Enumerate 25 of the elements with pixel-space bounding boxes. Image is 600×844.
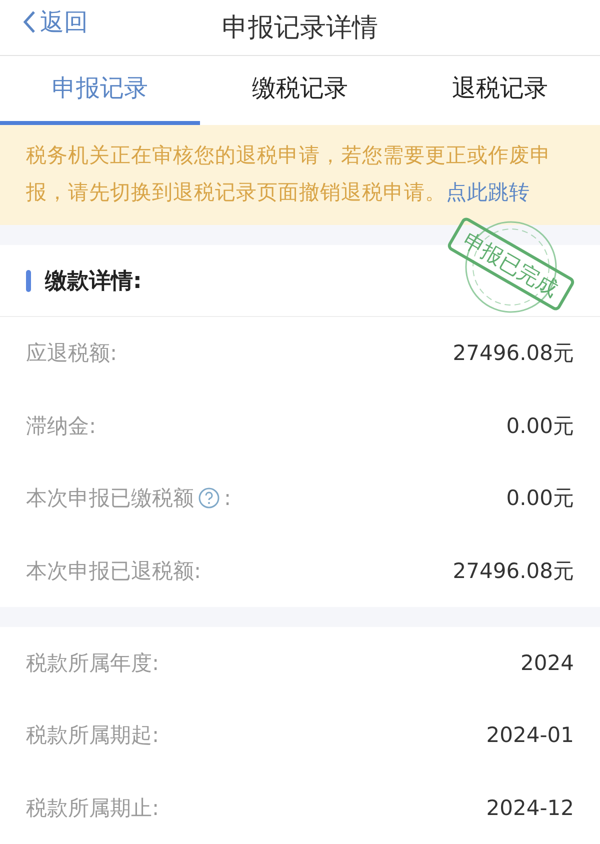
field-value: 0.00元 [506,412,574,440]
page-title: 申报记录详情 [222,12,378,45]
jump-link[interactable]: 点此跳转 [446,180,530,204]
field-label: 税款所属年度: [26,650,160,677]
section-title: 缴款详情: [45,268,142,296]
field-label: 税款所属期起: [26,722,160,750]
field-value: 2024 [520,651,574,675]
field-label: 税款所属期止: [26,794,160,822]
tab[interactable]: 缴税记录 [200,56,400,125]
tab[interactable]: 退税记录 [400,56,600,125]
field-value: 0.00元 [506,485,574,512]
field-value: 2024-01 [486,723,574,748]
field-label: 本次申报已退税额: [26,558,202,585]
back-button[interactable]: 返回 [22,6,88,38]
field-label: 滞纳金: [26,412,96,440]
colon: : [224,486,232,510]
section-marker [26,270,31,292]
field-value: 2024-12 [486,796,574,820]
notice-text: 税务机关正在审核您的退税申请，若您需要更正或作废申报，请先切换到退税记录页面撤销退税申请。点此跳转 [26,142,552,206]
help-icon[interactable] [198,487,220,510]
field-label: 本次申报已缴税额 [26,485,194,512]
field-label: 应退税额: [26,340,118,368]
field-value: 27496.08元 [452,340,574,368]
field-value: 27496.08元 [452,558,574,585]
back-chevron-icon [22,10,36,34]
